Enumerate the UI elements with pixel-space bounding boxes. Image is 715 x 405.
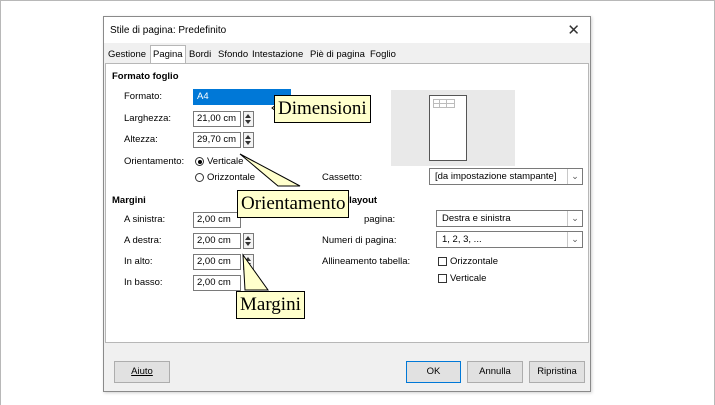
callout-margins: Margini [236,291,305,319]
pointer-margins [242,253,269,291]
callout-dimensions: Dimensioni [274,95,371,123]
callout-pointers [239,99,301,291]
pointer-orientation [239,153,301,187]
callout-orientation: Orientamento [237,190,350,218]
